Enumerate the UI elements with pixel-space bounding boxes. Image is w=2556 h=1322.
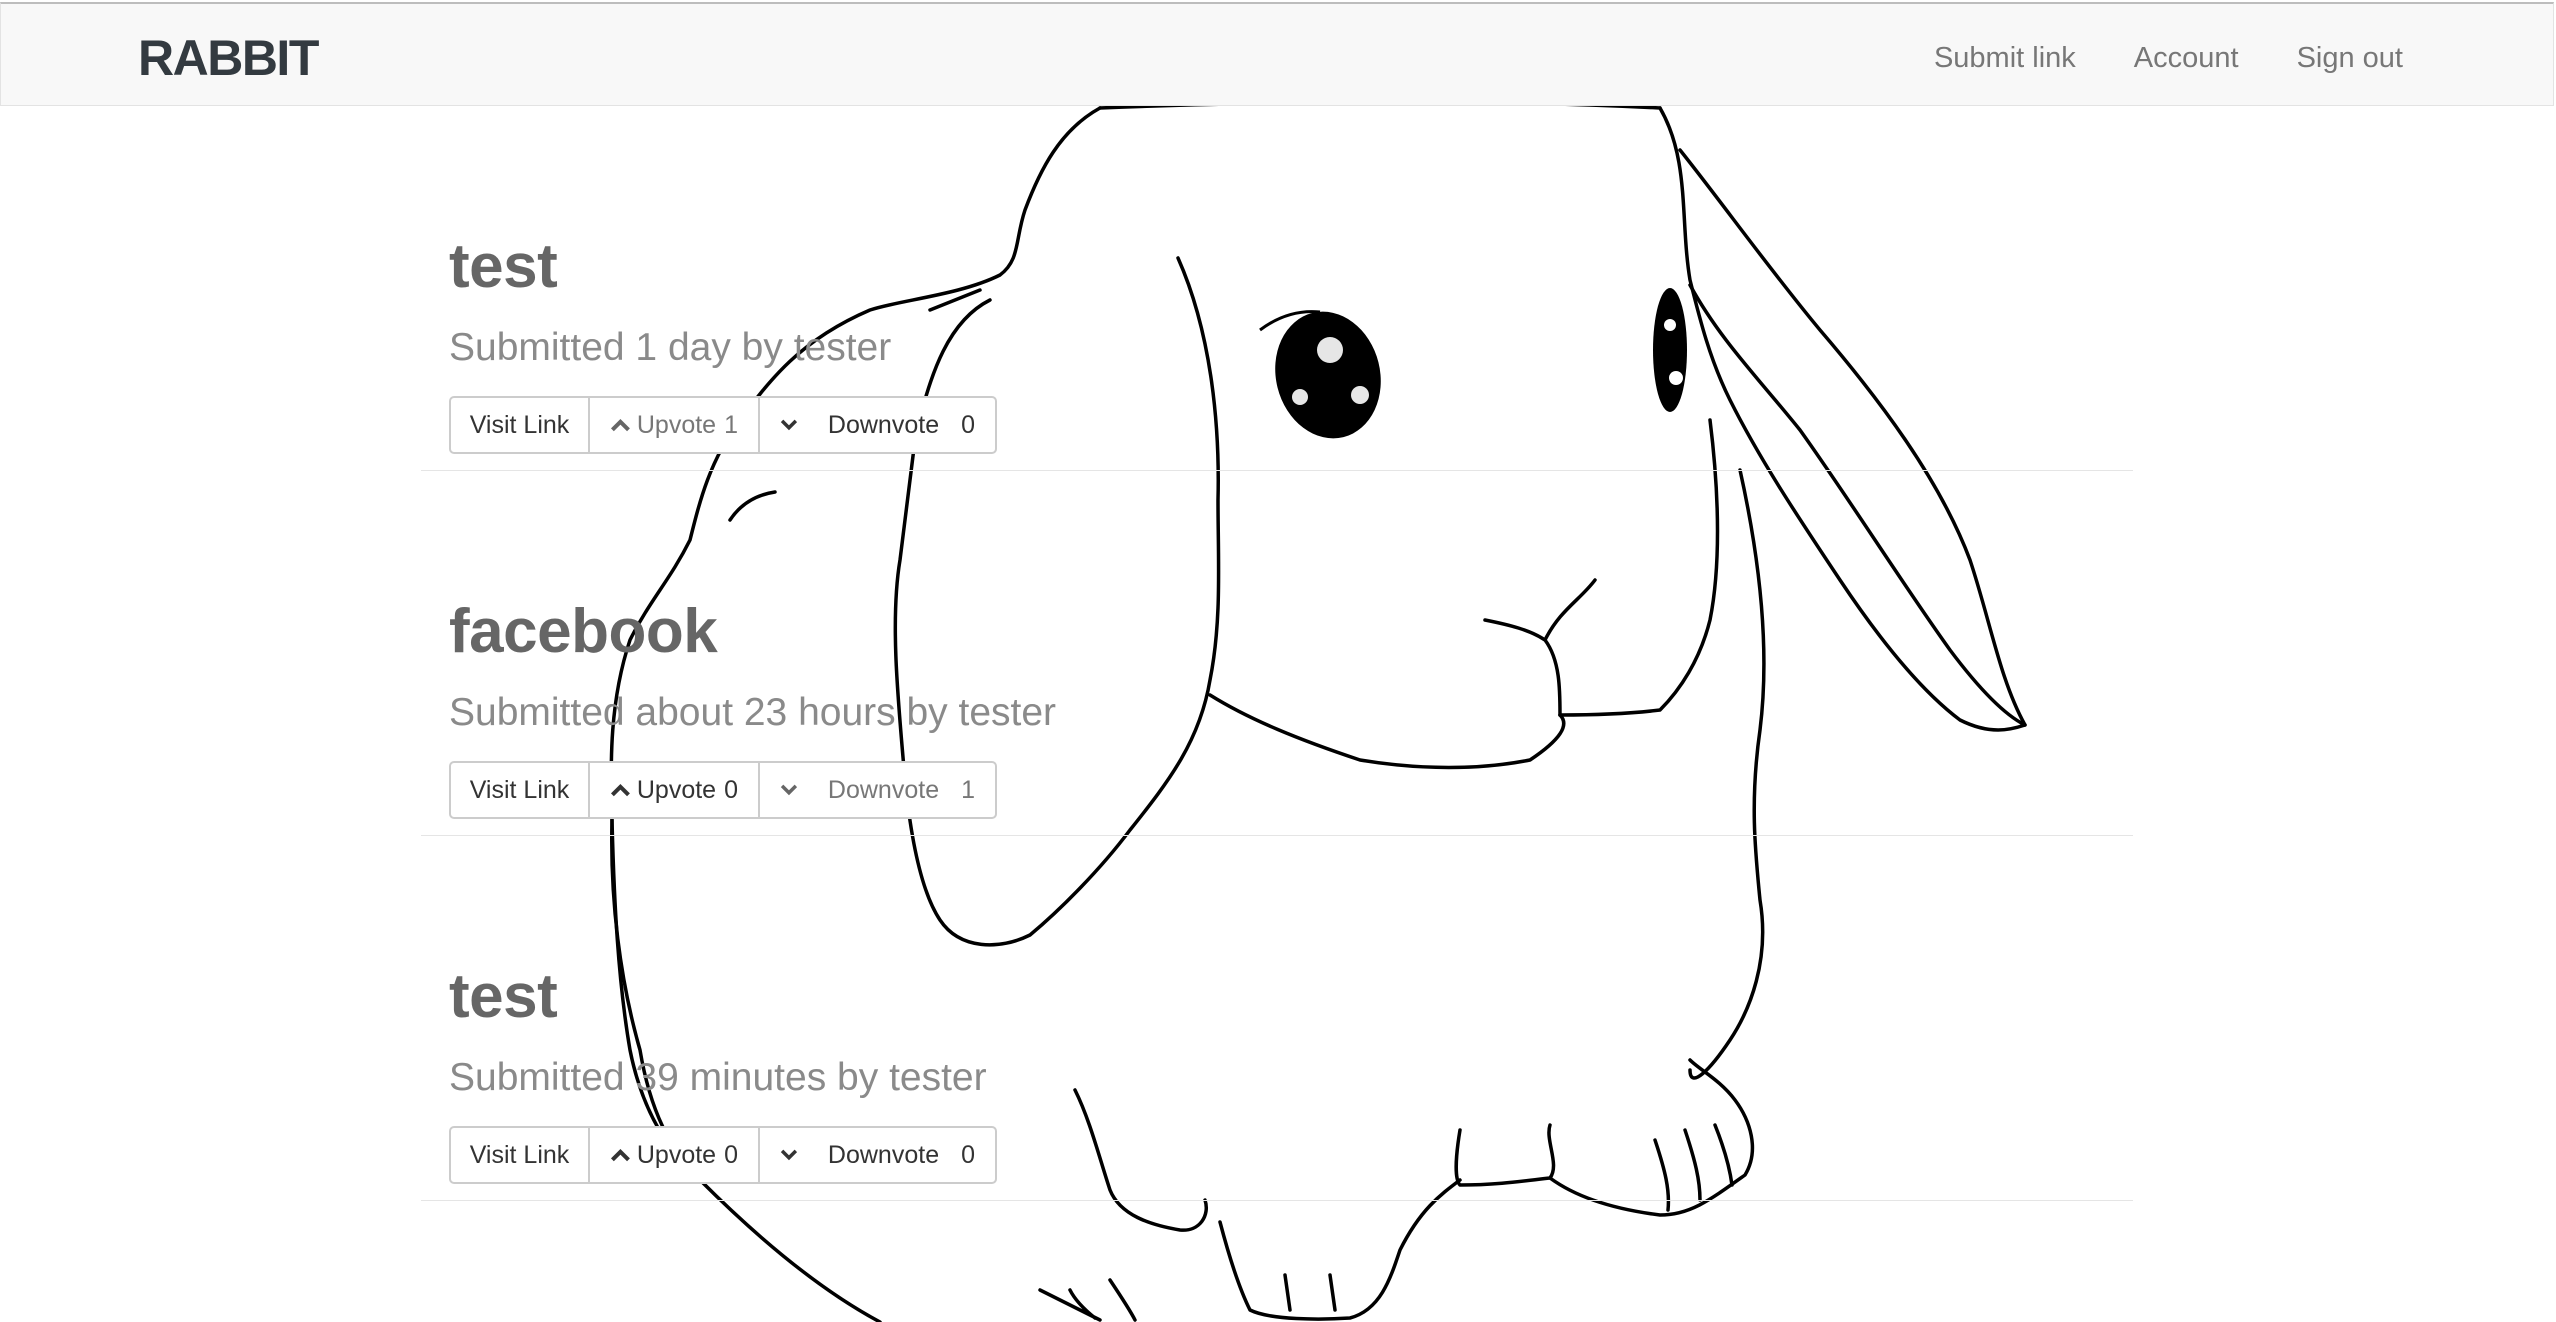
chevron-down-icon [780,1149,798,1161]
upvote-label: Upvote [636,1140,717,1169]
post-actions: Visit Link Upvote 1 Downvote 0 [449,396,997,454]
post-item: facebook Submitted about 23 hours by tes… [421,471,2133,836]
post-title: test [449,962,558,1031]
upvote-label: Upvote [636,775,717,804]
post-title: test [449,232,558,301]
downvote-label: Downvote [827,1140,940,1169]
post-title: facebook [449,597,718,666]
post-meta: Submitted 39 minutes by tester [449,1056,987,1099]
nav-links: Submit link Account Sign out [1934,38,2403,78]
top-navbar: RABBIT Submit link Account Sign out [0,2,2554,106]
visit-link-label: Visit Link [469,410,570,439]
posts-list: test Submitted 1 day by tester Visit Lin… [421,106,2133,1201]
nav-sign-out[interactable]: Sign out [2297,38,2403,78]
upvote-count: 1 [724,410,738,439]
visit-link-button[interactable]: Visit Link [451,398,590,452]
post-item: test Submitted 39 minutes by tester Visi… [421,836,2133,1201]
chevron-up-icon [610,418,630,432]
visit-link-label: Visit Link [469,775,570,804]
nav-account[interactable]: Account [2134,38,2239,78]
post-meta: Submitted 1 day by tester [449,326,892,369]
chevron-up-icon [610,783,630,797]
visit-link-button[interactable]: Visit Link [451,763,590,817]
upvote-label: Upvote [636,410,717,439]
post-meta: Submitted about 23 hours by tester [449,691,1057,734]
visit-link-button[interactable]: Visit Link [451,1128,590,1182]
chevron-down-icon [780,419,798,431]
chevron-up-icon [610,1148,630,1162]
downvote-count: 1 [961,775,975,804]
downvote-count: 0 [961,1140,975,1169]
upvote-count: 0 [724,1140,738,1169]
brand-logo[interactable]: RABBIT [138,28,319,88]
upvote-button[interactable]: Upvote 1 [590,398,760,452]
nav-submit-link[interactable]: Submit link [1934,38,2076,78]
downvote-button[interactable]: Downvote 0 [760,398,995,452]
downvote-button[interactable]: Downvote 0 [760,1128,995,1182]
downvote-label: Downvote [827,410,940,439]
downvote-label: Downvote [827,775,940,804]
post-actions: Visit Link Upvote 0 Downvote 1 [449,761,997,819]
downvote-count: 0 [961,410,975,439]
downvote-button[interactable]: Downvote 1 [760,763,995,817]
upvote-button[interactable]: Upvote 0 [590,763,760,817]
post-actions: Visit Link Upvote 0 Downvote 0 [449,1126,997,1184]
chevron-down-icon [780,784,798,796]
upvote-button[interactable]: Upvote 0 [590,1128,760,1182]
visit-link-label: Visit Link [469,1140,570,1169]
post-item: test Submitted 1 day by tester Visit Lin… [421,106,2133,471]
upvote-count: 0 [724,775,738,804]
